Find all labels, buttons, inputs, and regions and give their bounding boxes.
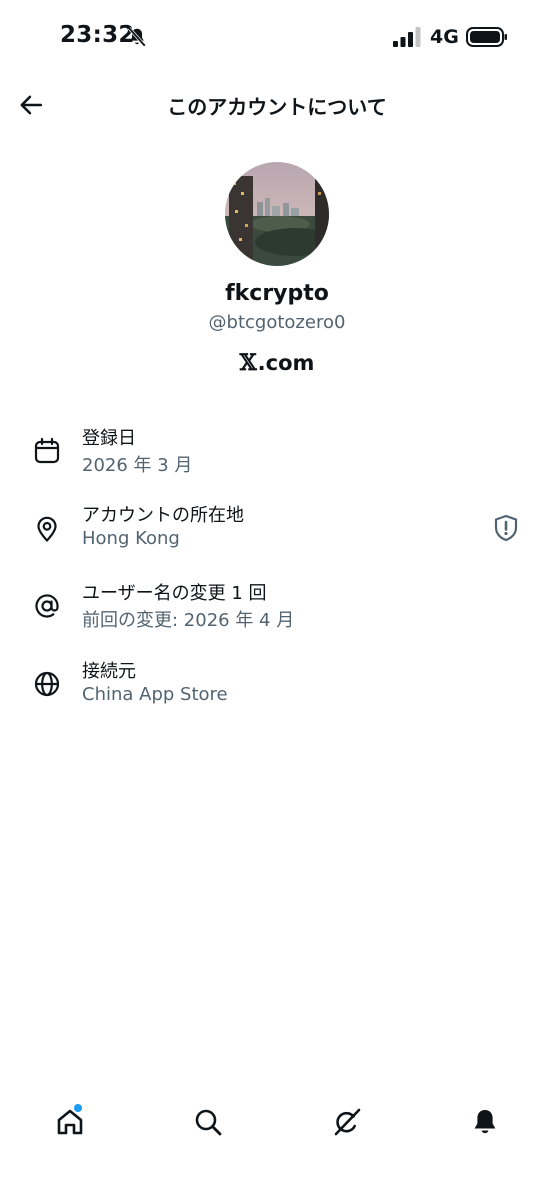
shield-alert-icon[interactable] [492, 513, 520, 543]
info-row-location: アカウントの所在地 Hong Kong [0, 501, 554, 563]
status-time: 23:32 [60, 22, 135, 48]
avatar-image [225, 162, 329, 266]
avatar[interactable] [225, 162, 329, 266]
network-type: 4G [430, 26, 459, 48]
at-sign-icon [35, 594, 59, 618]
page-title: このアカウントについて [167, 95, 387, 119]
home-notification-dot [74, 1104, 82, 1112]
info-label-joined: 登録日 [82, 428, 136, 449]
info-label-connected-via: 接続元 [82, 661, 136, 682]
bell-slash-icon [127, 27, 147, 47]
platform-label: 𝕏 .com [0, 350, 554, 376]
header: このアカウントについて [0, 74, 554, 136]
bottom-nav [0, 1098, 554, 1158]
battery-icon [466, 27, 507, 47]
signal-icon [393, 27, 421, 47]
grok-icon[interactable] [331, 1106, 363, 1138]
info-row-connected-via: 接続元 China App Store [0, 657, 554, 719]
calendar-icon [34, 437, 60, 464]
handle: @btcgotozero0 [208, 312, 346, 333]
info-value-location: Hong Kong [82, 528, 180, 549]
display-name: fkcrypto [225, 281, 329, 306]
search-icon[interactable] [192, 1106, 224, 1138]
info-value-connected-via: China App Store [82, 684, 228, 705]
notifications-bell-icon[interactable] [469, 1106, 501, 1138]
location-pin-icon [37, 516, 57, 542]
info-value-joined: 2026 年 3 月 [82, 455, 193, 476]
info-label-username-changes: ユーザー名の変更 1 回 [82, 583, 267, 604]
info-row-joined: 登録日 2026 年 3 月 [0, 424, 554, 486]
platform-suffix: .com [257, 351, 315, 375]
info-row-username-changes: ユーザー名の変更 1 回 前回の変更: 2026 年 4 月 [0, 579, 554, 641]
status-bar: 23:32 4G [0, 0, 554, 74]
info-value-username-changes: 前回の変更: 2026 年 4 月 [82, 610, 295, 631]
home-icon[interactable] [54, 1106, 86, 1138]
x-logo: 𝕏 [239, 350, 257, 376]
globe-icon [34, 671, 60, 697]
info-label-location: アカウントの所在地 [82, 505, 244, 526]
